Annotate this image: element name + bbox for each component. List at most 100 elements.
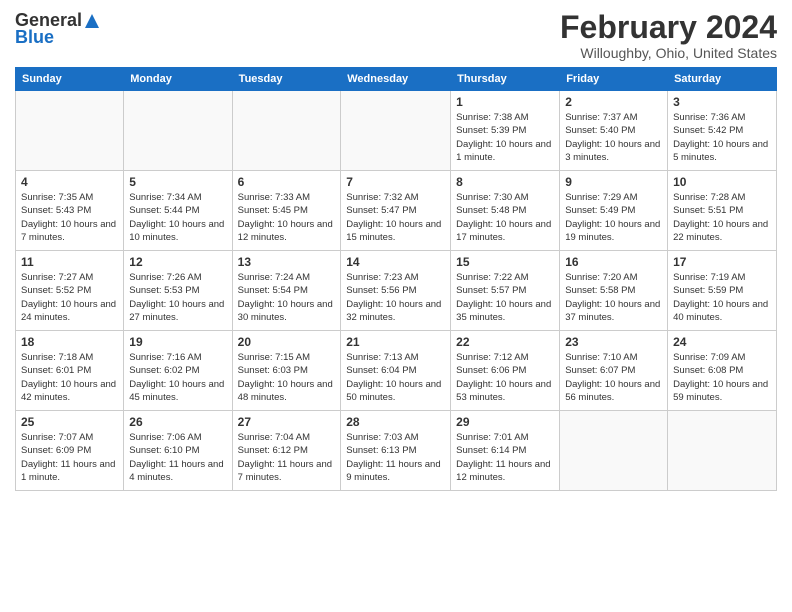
day-info: Sunrise: 7:37 AM Sunset: 5:40 PM Dayligh…: [565, 111, 662, 164]
day-info: Sunrise: 7:35 AM Sunset: 5:43 PM Dayligh…: [21, 191, 118, 244]
calendar-header-row: Sunday Monday Tuesday Wednesday Thursday…: [16, 68, 777, 91]
calendar-cell: 24 Sunrise: 7:09 AM Sunset: 6:08 PM Dayli…: [668, 331, 777, 411]
day-number: 26: [129, 415, 226, 429]
day-info: Sunrise: 7:12 AM Sunset: 6:06 PM Dayligh…: [456, 351, 554, 404]
day-number: 6: [238, 175, 336, 189]
day-number: 29: [456, 415, 554, 429]
calendar-cell: 17 Sunrise: 7:19 AM Sunset: 5:59 PM Dayli…: [668, 251, 777, 331]
day-info: Sunrise: 7:30 AM Sunset: 5:48 PM Dayligh…: [456, 191, 554, 244]
day-info: Sunrise: 7:10 AM Sunset: 6:07 PM Dayligh…: [565, 351, 662, 404]
col-monday: Monday: [124, 68, 232, 91]
day-number: 18: [21, 335, 118, 349]
calendar-cell: 12 Sunrise: 7:26 AM Sunset: 5:53 PM Dayli…: [124, 251, 232, 331]
day-info: Sunrise: 7:09 AM Sunset: 6:08 PM Dayligh…: [673, 351, 771, 404]
calendar-cell: [560, 411, 668, 491]
day-info: Sunrise: 7:01 AM Sunset: 6:14 PM Dayligh…: [456, 431, 554, 484]
day-info: Sunrise: 7:04 AM Sunset: 6:12 PM Dayligh…: [238, 431, 336, 484]
day-number: 8: [456, 175, 554, 189]
day-number: 24: [673, 335, 771, 349]
calendar-cell: 1Sunrise: 7:38 AM Sunset: 5:39 PM Daylig…: [451, 91, 560, 171]
day-number: 20: [238, 335, 336, 349]
day-number: 15: [456, 255, 554, 269]
day-number: 16: [565, 255, 662, 269]
main-title: February 2024: [560, 10, 777, 45]
calendar-cell: 11 Sunrise: 7:27 AM Sunset: 5:52 PM Dayli…: [16, 251, 124, 331]
day-info: Sunrise: 7:16 AM Sunset: 6:02 PM Dayligh…: [129, 351, 226, 404]
calendar-cell: 2 Sunrise: 7:37 AM Sunset: 5:40 PM Daylig…: [560, 91, 668, 171]
col-friday: Friday: [560, 68, 668, 91]
calendar-cell: [668, 411, 777, 491]
calendar-cell: 20 Sunrise: 7:15 AM Sunset: 6:03 PM Dayli…: [232, 331, 341, 411]
day-info: Sunrise: 7:28 AM Sunset: 5:51 PM Dayligh…: [673, 191, 771, 244]
calendar-cell: [232, 91, 341, 171]
calendar-table: Sunday Monday Tuesday Wednesday Thursday…: [15, 67, 777, 491]
calendar-cell: 19 Sunrise: 7:16 AM Sunset: 6:02 PM Dayli…: [124, 331, 232, 411]
day-number: 3: [673, 95, 771, 109]
day-info: Sunrise: 7:22 AM Sunset: 5:57 PM Dayligh…: [456, 271, 554, 324]
day-info: Sunrise: 7:18 AM Sunset: 6:01 PM Dayligh…: [21, 351, 118, 404]
day-number: 4: [21, 175, 118, 189]
calendar-week-row: 18 Sunrise: 7:18 AM Sunset: 6:01 PM Dayli…: [16, 331, 777, 411]
day-number: 23: [565, 335, 662, 349]
day-number: 2: [565, 95, 662, 109]
day-info: Sunrise: 7:33 AM Sunset: 5:45 PM Dayligh…: [238, 191, 336, 244]
calendar-cell: [341, 91, 451, 171]
col-thursday: Thursday: [451, 68, 560, 91]
logo: General Blue: [15, 10, 102, 48]
col-sunday: Sunday: [16, 68, 124, 91]
day-info: Sunrise: 7:27 AM Sunset: 5:52 PM Dayligh…: [21, 271, 118, 324]
subtitle: Willoughby, Ohio, United States: [560, 45, 777, 61]
logo-blue: Blue: [15, 27, 54, 48]
day-info: Sunrise: 7:20 AM Sunset: 5:58 PM Dayligh…: [565, 271, 662, 324]
day-number: 28: [346, 415, 445, 429]
day-number: 1: [456, 95, 554, 109]
day-number: 11: [21, 255, 118, 269]
day-info: Sunrise: 7:26 AM Sunset: 5:53 PM Dayligh…: [129, 271, 226, 324]
calendar-cell: [124, 91, 232, 171]
calendar-cell: 8 Sunrise: 7:30 AM Sunset: 5:48 PM Daylig…: [451, 171, 560, 251]
col-tuesday: Tuesday: [232, 68, 341, 91]
day-number: 12: [129, 255, 226, 269]
calendar-week-row: 25 Sunrise: 7:07 AM Sunset: 6:09 PM Dayli…: [16, 411, 777, 491]
day-info: Sunrise: 7:15 AM Sunset: 6:03 PM Dayligh…: [238, 351, 336, 404]
day-info: Sunrise: 7:32 AM Sunset: 5:47 PM Dayligh…: [346, 191, 445, 244]
calendar-week-row: 11 Sunrise: 7:27 AM Sunset: 5:52 PM Dayli…: [16, 251, 777, 331]
calendar-cell: 25 Sunrise: 7:07 AM Sunset: 6:09 PM Dayli…: [16, 411, 124, 491]
col-saturday: Saturday: [668, 68, 777, 91]
day-info: Sunrise: 7:06 AM Sunset: 6:10 PM Dayligh…: [129, 431, 226, 484]
day-number: 17: [673, 255, 771, 269]
calendar-cell: 15 Sunrise: 7:22 AM Sunset: 5:57 PM Dayli…: [451, 251, 560, 331]
day-number: 19: [129, 335, 226, 349]
day-info: Sunrise: 7:23 AM Sunset: 5:56 PM Dayligh…: [346, 271, 445, 324]
calendar-cell: 9 Sunrise: 7:29 AM Sunset: 5:49 PM Daylig…: [560, 171, 668, 251]
calendar-cell: 16 Sunrise: 7:20 AM Sunset: 5:58 PM Dayli…: [560, 251, 668, 331]
day-info: Sunrise: 7:03 AM Sunset: 6:13 PM Dayligh…: [346, 431, 445, 484]
calendar-cell: 6 Sunrise: 7:33 AM Sunset: 5:45 PM Daylig…: [232, 171, 341, 251]
calendar-cell: 5Sunrise: 7:34 AM Sunset: 5:44 PM Daylig…: [124, 171, 232, 251]
logo-icon: [83, 12, 101, 30]
calendar-cell: 13Sunrise: 7:24 AM Sunset: 5:54 PM Dayli…: [232, 251, 341, 331]
day-info: Sunrise: 7:07 AM Sunset: 6:09 PM Dayligh…: [21, 431, 118, 484]
day-number: 14: [346, 255, 445, 269]
calendar-cell: 27 Sunrise: 7:04 AM Sunset: 6:12 PM Dayli…: [232, 411, 341, 491]
day-number: 22: [456, 335, 554, 349]
day-number: 25: [21, 415, 118, 429]
calendar-cell: 23 Sunrise: 7:10 AM Sunset: 6:07 PM Dayli…: [560, 331, 668, 411]
day-number: 27: [238, 415, 336, 429]
day-number: 21: [346, 335, 445, 349]
day-number: 7: [346, 175, 445, 189]
calendar-week-row: 1Sunrise: 7:38 AM Sunset: 5:39 PM Daylig…: [16, 91, 777, 171]
calendar-cell: 28 Sunrise: 7:03 AM Sunset: 6:13 PM Dayli…: [341, 411, 451, 491]
title-area: February 2024 Willoughby, Ohio, United S…: [560, 10, 777, 61]
day-info: Sunrise: 7:19 AM Sunset: 5:59 PM Dayligh…: [673, 271, 771, 324]
day-number: 10: [673, 175, 771, 189]
day-number: 9: [565, 175, 662, 189]
day-info: Sunrise: 7:13 AM Sunset: 6:04 PM Dayligh…: [346, 351, 445, 404]
day-info: Sunrise: 7:29 AM Sunset: 5:49 PM Dayligh…: [565, 191, 662, 244]
calendar-cell: 4 Sunrise: 7:35 AM Sunset: 5:43 PM Daylig…: [16, 171, 124, 251]
calendar-cell: [16, 91, 124, 171]
day-info: Sunrise: 7:36 AM Sunset: 5:42 PM Dayligh…: [673, 111, 771, 164]
day-number: 13: [238, 255, 336, 269]
calendar-cell: 14 Sunrise: 7:23 AM Sunset: 5:56 PM Dayli…: [341, 251, 451, 331]
col-wednesday: Wednesday: [341, 68, 451, 91]
